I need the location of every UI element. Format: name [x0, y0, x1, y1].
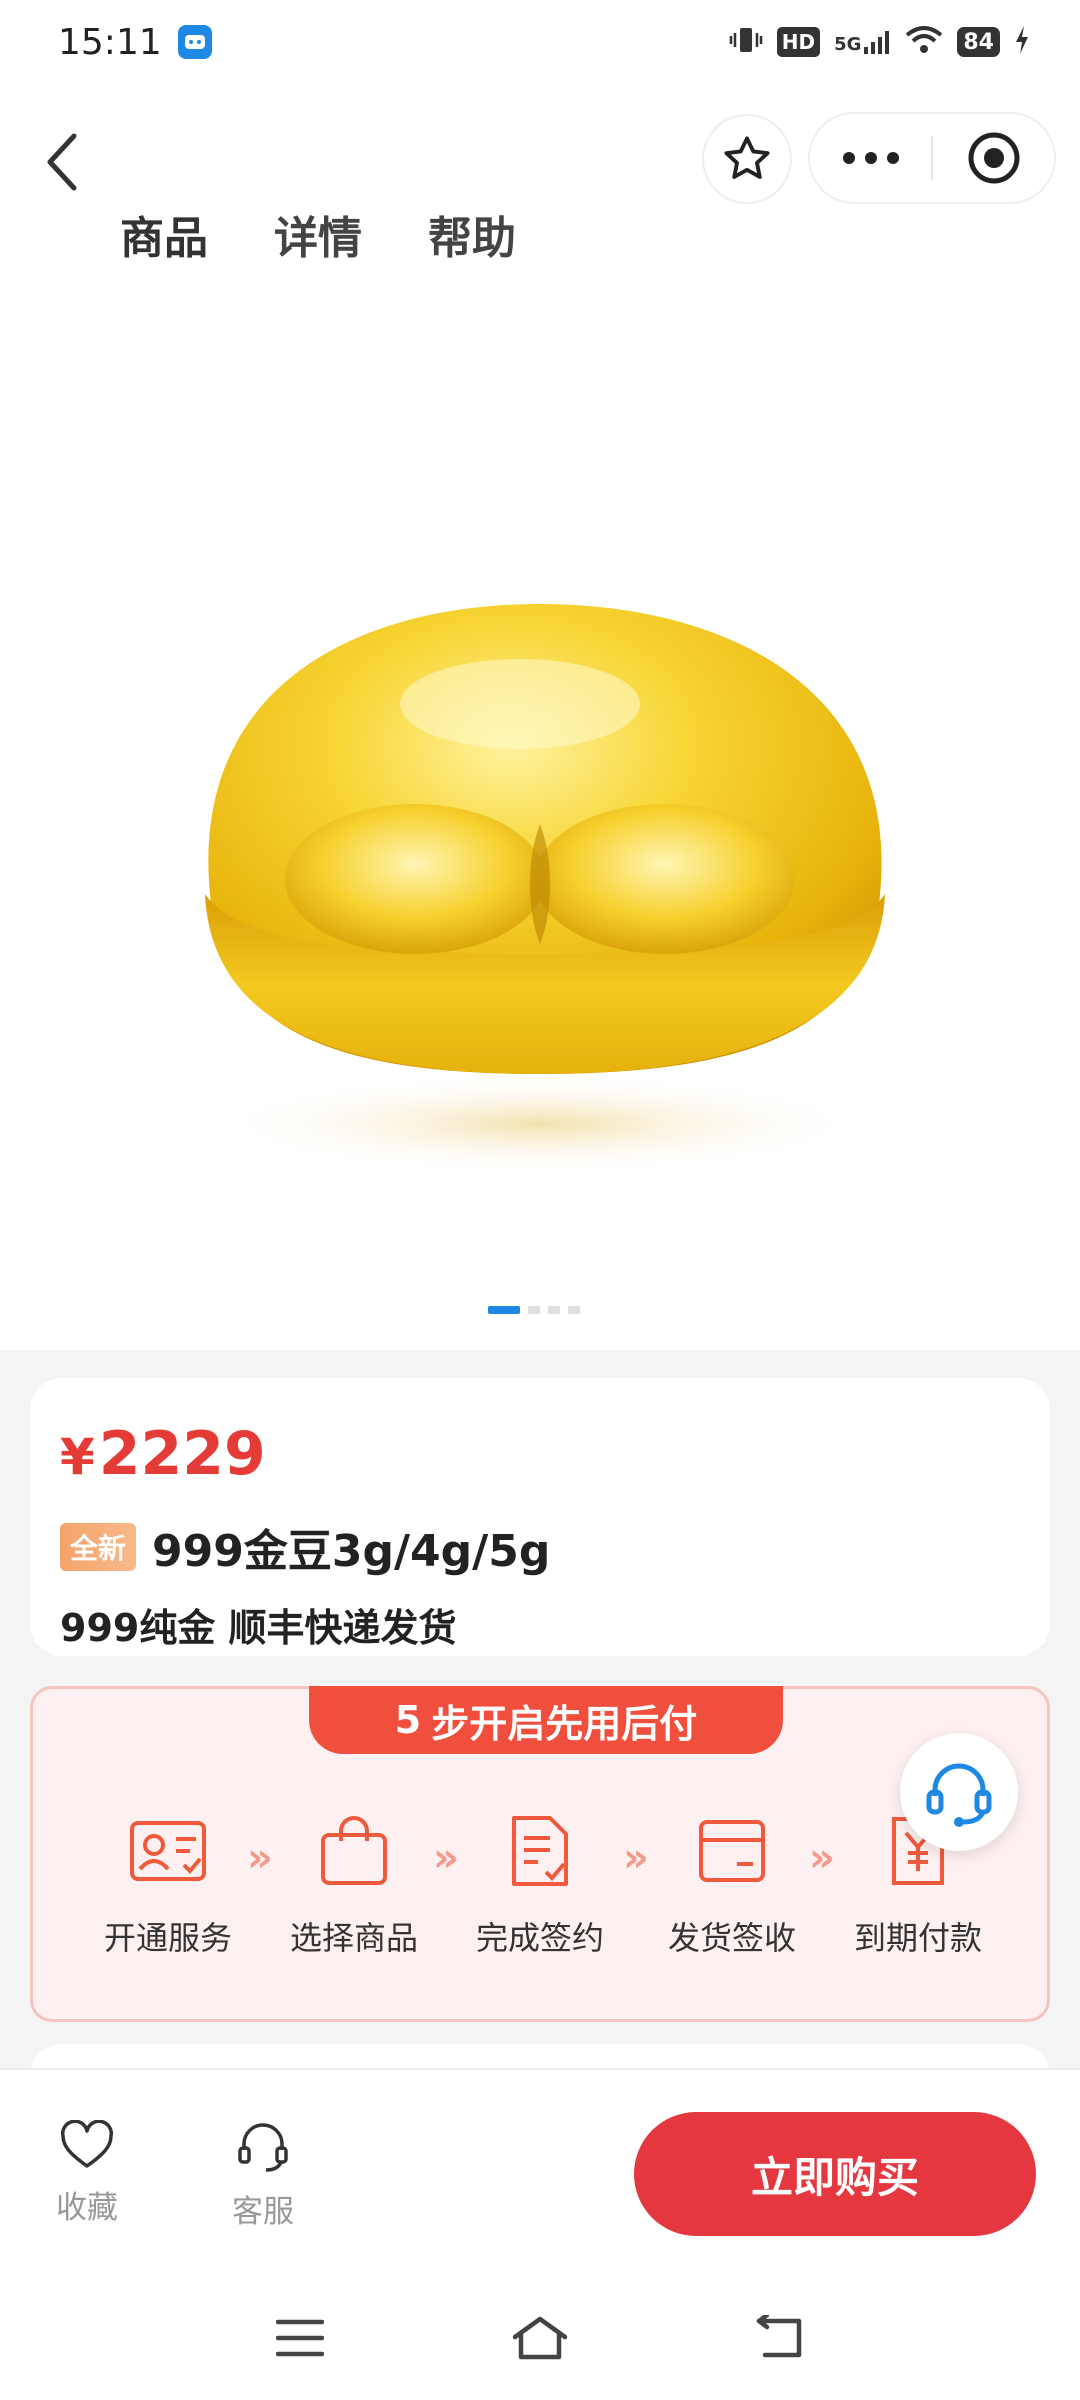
banner-step-count: 5 [394, 1698, 422, 1742]
status-bar: 15:11 HD 5G 84 [0, 0, 1080, 84]
currency-symbol: ¥ [60, 1428, 95, 1486]
product-image-carousel[interactable] [0, 304, 1080, 1350]
home-button[interactable] [500, 2308, 580, 2368]
carousel-dot [568, 1306, 580, 1314]
product-title: 999金豆3g/4g/5g [152, 1526, 551, 1577]
carousel-indicator [488, 1306, 580, 1314]
bottom-action-bar: 收藏 客服 立即购买 [0, 2068, 1080, 2278]
menu-icon [276, 2319, 324, 2357]
recent-apps-button[interactable] [260, 2308, 340, 2368]
customer-service-button[interactable]: 客服 [208, 2120, 318, 2231]
price-card: ¥2229 全新 999金豆3g/4g/5g 999纯金 顺丰快递发货 [30, 1378, 1050, 1656]
battery-indicator: 84 [957, 27, 1000, 57]
service-label: 客服 [232, 2194, 294, 2230]
more-options-button[interactable] [810, 114, 931, 202]
favorite-button[interactable]: 收藏 [32, 2120, 142, 2227]
network-type: 5G [834, 34, 862, 55]
pay-later-banner: 5 步开启先用后付 [309, 1686, 783, 1754]
step-label: 到期付款 [853, 1919, 982, 1957]
id-card-icon [128, 1811, 208, 1891]
step-sign-contract: 完成签约 [445, 1811, 635, 1959]
tab-details[interactable]: 详情 [274, 202, 362, 266]
pay-later-steps-card[interactable]: 5 步开启先用后付 开通服务 » 选择商品 » 完成签约 » 发货签收 » 到期… [30, 1686, 1050, 2022]
favorite-label: 收藏 [56, 2190, 118, 2226]
box-icon [692, 1811, 772, 1891]
more-dots-icon [842, 152, 899, 164]
buy-now-button[interactable]: 立即购买 [634, 2112, 1036, 2236]
carousel-dot [548, 1306, 560, 1314]
target-circle-icon [968, 132, 1019, 184]
step-ship-receive: 发货签收 [637, 1811, 827, 1959]
mini-program-capsule [808, 112, 1056, 204]
headset-icon [238, 2123, 288, 2172]
tab-bar: 商品 详情 帮助 [120, 202, 516, 314]
close-mini-program-button[interactable] [933, 114, 1054, 202]
hd-indicator: HD [776, 27, 821, 57]
chevron-left-icon [47, 133, 77, 191]
tab-help[interactable]: 帮助 [428, 202, 516, 266]
status-time: 15:11 [58, 21, 162, 63]
carousel-dot [528, 1306, 540, 1314]
nav-header: 商品 详情 帮助 [0, 84, 1080, 314]
heart-icon [61, 2120, 113, 2168]
return-icon [756, 2315, 802, 2358]
system-navigation-bar [0, 2278, 1080, 2400]
step-open-service: 开通服务 [73, 1811, 263, 1959]
shopping-bag-icon [314, 1811, 394, 1891]
step-label: 选择商品 [289, 1919, 418, 1957]
steps-row: 开通服务 » 选择商品 » 完成签约 » 发货签收 » 到期付款 [33, 1811, 1047, 1991]
banner-text: 步开启先用后付 [431, 1701, 698, 1746]
star-icon [724, 136, 770, 179]
step-label: 发货签收 [667, 1919, 796, 1957]
signal-icon: 5G [834, 29, 891, 55]
product-price: ¥2229 [60, 1424, 1020, 1487]
charging-icon [1014, 25, 1030, 59]
floating-customer-service-button[interactable] [900, 1733, 1018, 1851]
product-subtitle: 999纯金 顺丰快递发货 [60, 1606, 457, 1650]
step-choose-product: 选择商品 [259, 1811, 449, 1959]
document-sign-icon [500, 1811, 580, 1891]
app-notification-icon [177, 25, 212, 59]
vibrate-icon [729, 25, 763, 59]
home-icon [512, 2316, 568, 2360]
price-value: 2229 [98, 1419, 266, 1489]
favorite-star-button[interactable] [702, 114, 792, 204]
carousel-dot [488, 1306, 520, 1314]
condition-badge: 全新 [60, 1523, 137, 1571]
step-label: 完成签约 [475, 1919, 604, 1957]
back-nav-button[interactable] [740, 2308, 820, 2368]
step-label: 开通服务 [103, 1919, 232, 1957]
wifi-icon [905, 25, 943, 59]
back-button[interactable] [32, 124, 92, 200]
gold-bean-image [205, 604, 885, 1174]
headset-icon [926, 1763, 992, 1827]
tab-product[interactable]: 商品 [120, 202, 208, 314]
